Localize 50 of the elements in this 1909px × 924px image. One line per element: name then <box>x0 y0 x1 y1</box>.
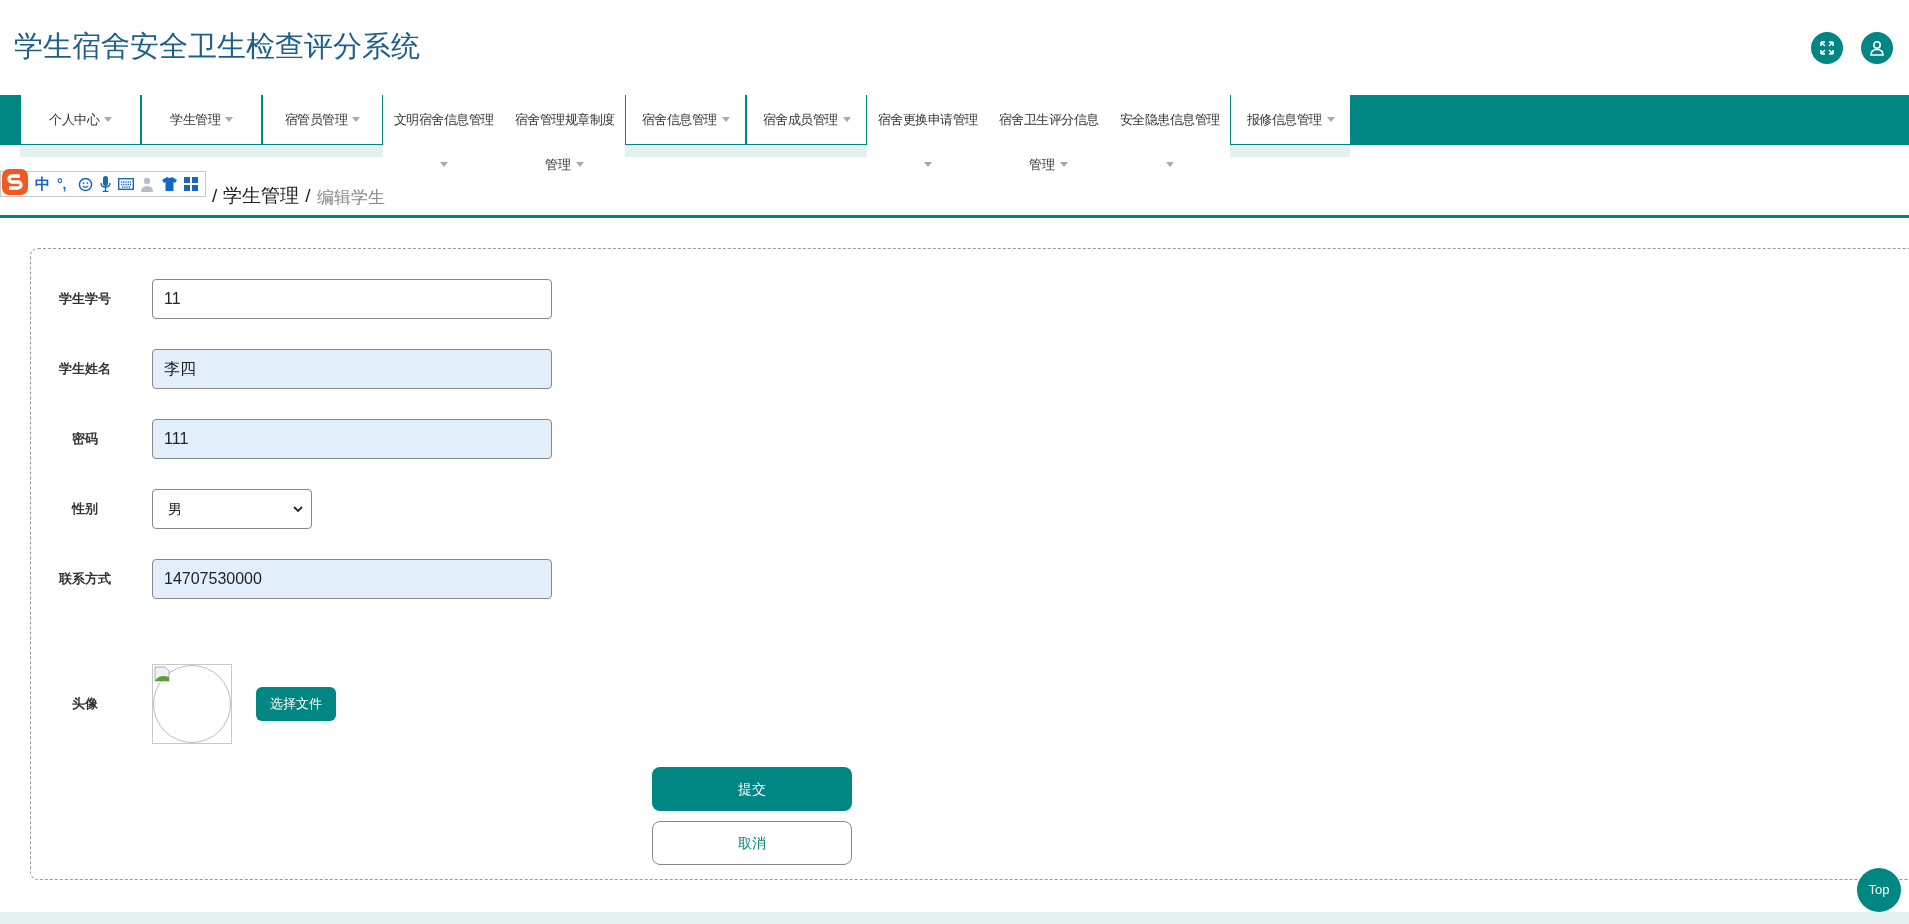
gender-select[interactable]: 男 <box>152 489 312 529</box>
shirt-icon[interactable] <box>161 177 177 191</box>
field-label: 联系方式 <box>57 570 112 589</box>
back-to-top-button[interactable]: Top <box>1857 868 1901 912</box>
choose-file-button[interactable]: 选择文件 <box>256 687 336 721</box>
smiley-icon[interactable] <box>77 176 93 192</box>
user-icon <box>1869 39 1885 56</box>
caret-icon <box>1326 117 1335 122</box>
input-mode-toggle[interactable]: 中 <box>35 172 50 196</box>
caret-icon <box>104 117 112 122</box>
text-field[interactable]: 李四 <box>152 349 552 389</box>
field-label: 密码 <box>70 430 99 449</box>
caret-icon <box>1165 162 1174 167</box>
punctuation-toggle[interactable]: °, <box>57 173 67 195</box>
expand-icon <box>1819 39 1835 56</box>
chevron-down-icon <box>293 505 303 513</box>
text-field[interactable]: 111 <box>152 419 552 459</box>
grid-icon[interactable] <box>183 177 198 191</box>
caret-icon <box>721 117 730 122</box>
nav-tab[interactable]: 学生管理 <box>141 95 262 145</box>
nav-tab[interactable]: 宿舍信息管理 <box>625 95 746 145</box>
field-label: 学生姓名 <box>57 360 112 379</box>
nav-tab[interactable]: 宿舍成员管理 <box>746 95 867 145</box>
breadcrumb-link[interactable]: 学生管理 <box>223 181 300 210</box>
caret-icon <box>225 117 233 122</box>
user-button[interactable] <box>1861 31 1893 64</box>
microphone-icon[interactable] <box>99 176 111 192</box>
breadcrumb-current: 编辑学生 <box>316 186 385 209</box>
field-label: 学生学号 <box>57 290 112 309</box>
text-field[interactable]: 11 <box>152 279 552 319</box>
breadcrumb-separator: / <box>212 183 218 208</box>
caret-icon <box>923 162 932 167</box>
fullscreen-button[interactable] <box>1811 31 1843 64</box>
caret-icon <box>842 117 851 122</box>
nav-tab[interactable]: 个人中心 <box>20 95 141 145</box>
submit-button[interactable]: 提交 <box>652 767 852 811</box>
caret-icon <box>1060 162 1068 167</box>
nav-tab[interactable]: 宿管员管理 <box>262 95 383 145</box>
field-label: 性别 <box>70 500 99 519</box>
cancel-button[interactable]: 取消 <box>652 821 852 865</box>
caret-icon <box>439 162 448 167</box>
broken-image-icon <box>154 666 170 682</box>
text-field[interactable]: 14707530000 <box>152 559 552 599</box>
nav-tab[interactable]: 报修信息管理 <box>1230 95 1351 145</box>
caret-icon <box>576 162 584 167</box>
caret-icon <box>352 117 361 122</box>
field-label: 头像 <box>70 695 99 714</box>
breadcrumb-separator: / <box>305 183 311 208</box>
page-title: 学生宿舍安全卫生检查评分系统 <box>14 28 420 64</box>
keyboard-icon[interactable] <box>117 178 134 190</box>
